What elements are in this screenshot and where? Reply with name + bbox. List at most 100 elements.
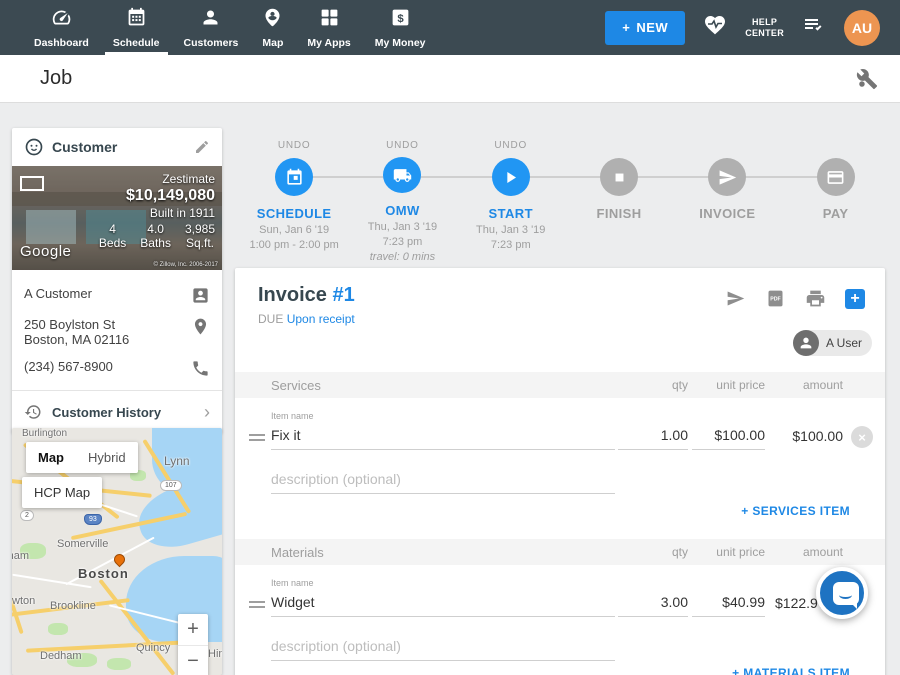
phone-icon[interactable]	[191, 359, 210, 378]
service-description-input[interactable]	[271, 464, 615, 494]
map-label-burlington: Burlington	[22, 428, 67, 439]
baths-value: 4.0	[140, 222, 171, 236]
new-button-label: NEW	[636, 20, 668, 35]
step-omw: UNDO OMW Thu, Jan 3 '197:23 pmtravel: 0 …	[348, 140, 456, 265]
undo-omw-button[interactable]: UNDO	[386, 140, 419, 151]
customer-phone: (234) 567-8900	[24, 359, 113, 374]
edit-icon[interactable]	[194, 139, 210, 155]
print-icon[interactable]	[805, 288, 826, 309]
map-label-brookline: Brookline	[50, 600, 96, 612]
checklist-icon[interactable]	[802, 13, 826, 42]
page-title: Job	[40, 67, 72, 90]
top-nav: Dashboard Schedule Customers Map My Apps…	[0, 0, 900, 55]
new-button[interactable]: + NEW	[605, 11, 685, 45]
due-value-link[interactable]: Upon receipt	[287, 312, 355, 326]
invoice-step-button[interactable]	[708, 158, 746, 196]
stop-icon	[610, 168, 629, 187]
nav-items: Dashboard Schedule Customers Map My Apps…	[0, 0, 438, 55]
route-2-shield: 2	[20, 510, 34, 521]
step-start: UNDO START Thu, Jan 3 '197:23 pm	[457, 140, 565, 265]
finish-step-button[interactable]	[600, 158, 638, 196]
nav-dashboard[interactable]: Dashboard	[22, 0, 101, 55]
nav-customers-label: Customers	[184, 37, 239, 49]
address-line1: 250 Boylston St	[24, 317, 115, 332]
qty-column-header: qty	[672, 378, 688, 392]
nav-my-apps-label: My Apps	[307, 37, 350, 49]
assignee-name: A User	[826, 336, 862, 350]
omw-date: Thu, Jan 3 '19	[368, 221, 437, 233]
nav-right: + NEW HELP CENTER AU	[605, 0, 900, 55]
map-type-map-button[interactable]: Map	[26, 442, 76, 473]
map-widget[interactable]: 107 2 93 Burlington Lynn Somerville Walt…	[12, 428, 222, 675]
customer-card-header: Customer	[12, 128, 222, 166]
zoom-in-button[interactable]: +	[178, 614, 208, 645]
undo-start-button[interactable]: UNDO	[494, 140, 527, 152]
location-pin-icon[interactable]	[191, 317, 210, 336]
step-pay: PAY	[781, 140, 889, 265]
contact-card-icon[interactable]	[191, 286, 210, 305]
material-description-input[interactable]	[271, 631, 615, 661]
person-icon	[200, 7, 221, 33]
materials-section-title: Materials	[271, 545, 324, 560]
heart-pulse-icon[interactable]	[703, 13, 727, 42]
materials-header-band: Materials qty unit price amount	[235, 539, 885, 565]
user-avatar[interactable]: AU	[844, 10, 880, 46]
hcp-map-button[interactable]: HCP Map	[22, 477, 102, 508]
service-qty-input[interactable]	[618, 420, 688, 450]
delete-service-item-button[interactable]: ×	[851, 426, 873, 448]
sqft-label: Sq.ft.	[185, 236, 215, 250]
zoom-out-button[interactable]: −	[178, 646, 208, 675]
invoice-number: #1	[332, 284, 354, 306]
unit-price-column-header: unit price	[716, 545, 765, 559]
omw-step-button[interactable]	[383, 157, 421, 193]
unit-price-column-header: unit price	[716, 378, 765, 392]
drag-handle[interactable]	[249, 434, 265, 444]
customer-name: A Customer	[24, 286, 92, 301]
material-item-name-input[interactable]	[271, 587, 615, 617]
add-invoice-button[interactable]: +	[845, 289, 865, 309]
streetview-icon[interactable]	[20, 176, 44, 191]
customer-history-row[interactable]: Customer History ›	[12, 391, 222, 433]
undo-schedule-button[interactable]: UNDO	[278, 140, 311, 152]
service-item-name-input[interactable]	[271, 420, 615, 450]
material-qty-input[interactable]	[618, 587, 688, 617]
nav-my-apps[interactable]: My Apps	[295, 0, 362, 55]
nav-schedule[interactable]: Schedule	[101, 0, 172, 55]
map-type-hybrid-button[interactable]: Hybrid	[76, 442, 138, 473]
map-type-buttons: Map Hybrid	[26, 442, 138, 473]
nav-my-money[interactable]: $ My Money	[363, 0, 438, 55]
chat-launcher-button[interactable]	[816, 567, 868, 619]
nav-map[interactable]: Map	[250, 0, 295, 55]
step-invoice: INVOICE	[673, 140, 781, 265]
map-label-quincy: Quincy	[136, 642, 170, 654]
drag-handle[interactable]	[249, 601, 265, 611]
step-schedule: UNDO SCHEDULE Sun, Jan 6 '191:00 pm - 2:…	[240, 140, 348, 265]
service-unit-price-input[interactable]	[692, 420, 765, 450]
beds-label: Beds	[99, 236, 126, 250]
photo-window	[26, 210, 76, 244]
truck-icon	[393, 166, 412, 185]
material-unit-price-input[interactable]	[692, 587, 765, 617]
add-services-item-link[interactable]: + SERVICES ITEM	[741, 504, 850, 518]
help-center-link[interactable]: HELP CENTER	[745, 17, 784, 39]
omw-step-label: OMW	[385, 203, 419, 218]
start-step-button[interactable]	[492, 158, 530, 196]
chevron-right-icon: ›	[204, 405, 210, 419]
property-stats: 4Beds 4.0Baths 3,985Sq.ft.	[99, 222, 215, 250]
property-photo[interactable]: Zestimate $10,149,080 Built in 1911 4Bed…	[12, 166, 222, 270]
baths-label: Baths	[140, 236, 171, 250]
pdf-icon[interactable]: PDF	[765, 288, 786, 309]
omw-step-dates: Thu, Jan 3 '197:23 pmtravel: 0 mins	[368, 220, 437, 265]
schedule-step-button[interactable]	[275, 158, 313, 196]
add-materials-item-link[interactable]: + MATERIALS ITEM	[732, 666, 850, 675]
schedule-step-dates: Sun, Jan 6 '191:00 pm - 2:00 pm	[250, 223, 339, 253]
pay-step-button[interactable]	[817, 158, 855, 196]
tools-icon[interactable]	[856, 68, 878, 90]
nav-map-label: Map	[262, 37, 283, 49]
nav-customers[interactable]: Customers	[172, 0, 251, 55]
map-label-boston: Boston	[78, 566, 129, 581]
send-icon[interactable]	[725, 288, 746, 309]
customer-phone-row: (234) 567-8900	[24, 353, 210, 384]
invoice-title: Invoice #1	[258, 284, 355, 307]
assignee-chip[interactable]: A User	[793, 330, 872, 356]
